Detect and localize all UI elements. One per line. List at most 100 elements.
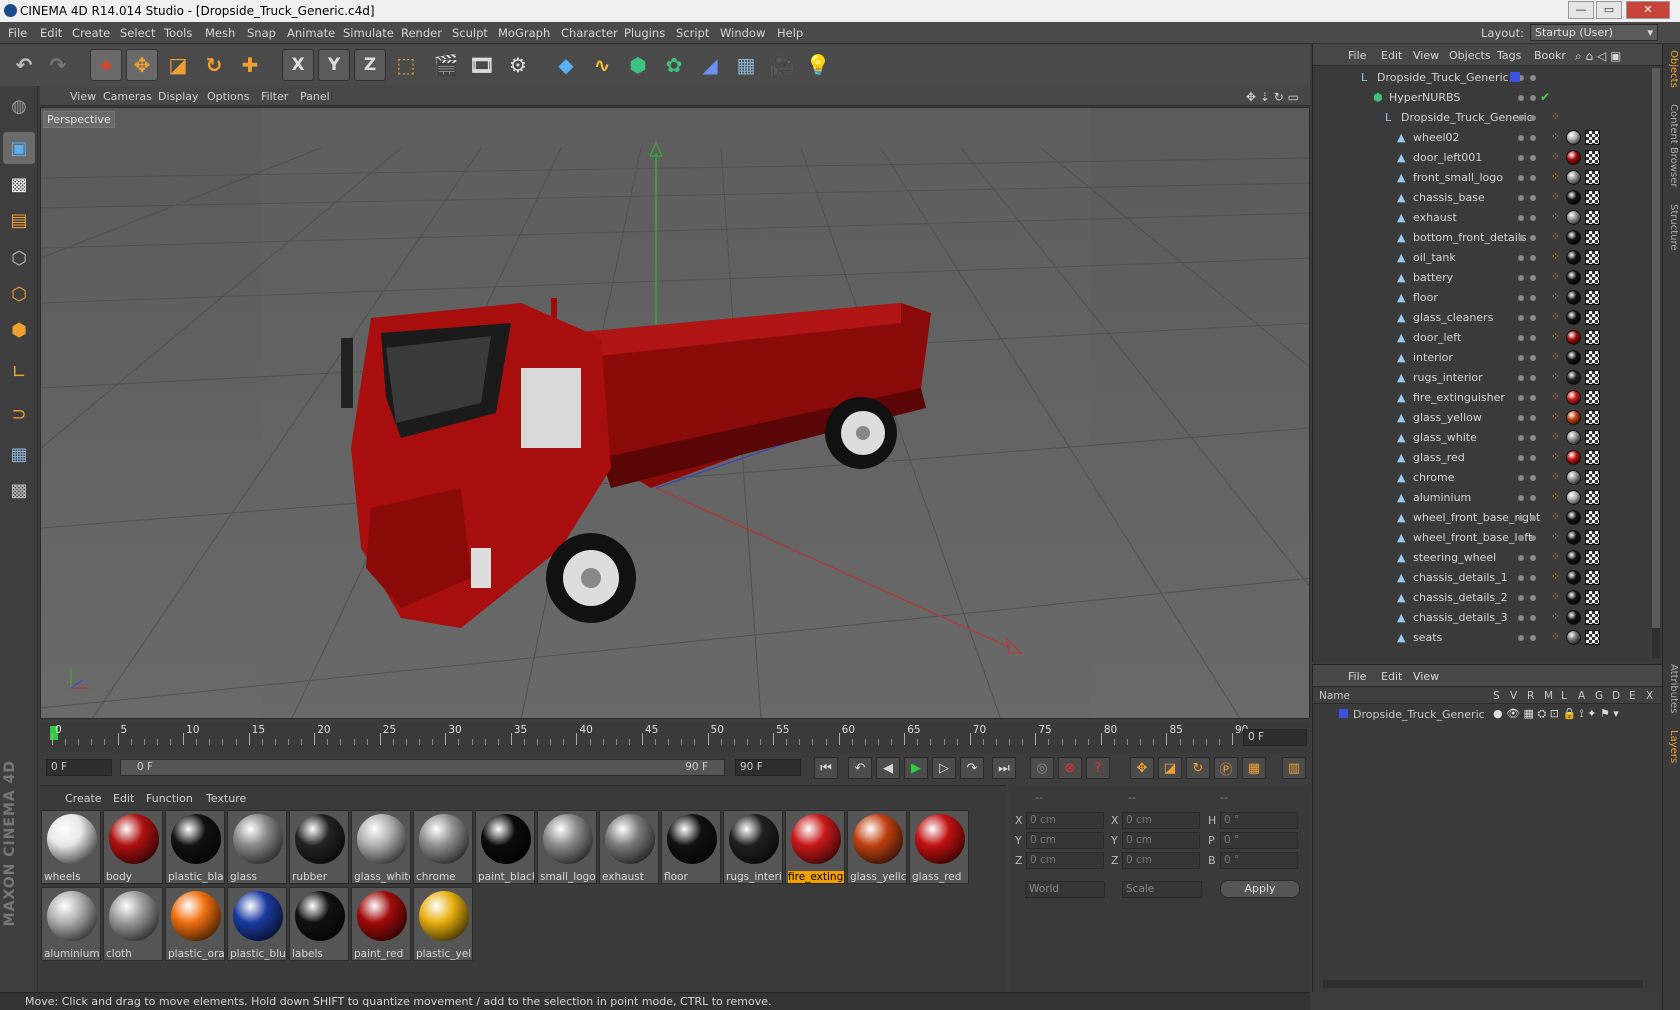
next-key-icon[interactable]: ↷ [960, 757, 984, 779]
phong-tag-icon[interactable]: ⁘ [1551, 130, 1560, 143]
material-tag-icon[interactable] [1566, 450, 1581, 465]
phong-tag-icon[interactable]: ⁘ [1551, 210, 1560, 223]
side-tab-structure[interactable]: Structure [1665, 204, 1679, 251]
array-icon[interactable]: ✿ [658, 49, 690, 81]
material-tag-icon[interactable] [1566, 290, 1581, 305]
coordinate-space-select[interactable]: World [1025, 881, 1105, 898]
render-visibility-dot[interactable] [1530, 375, 1536, 381]
texture-tag-icon[interactable] [1585, 310, 1600, 325]
object-row[interactable]: ▲ chassis_details_3 ⁘ [1313, 608, 1648, 628]
object-row[interactable]: ▲ glass_red ⁘ [1313, 448, 1648, 468]
texture-tag-icon[interactable] [1585, 470, 1600, 485]
phong-tag-icon[interactable]: ⁘ [1551, 470, 1560, 483]
render-view-icon[interactable]: 🎬 [430, 49, 462, 81]
render-visibility-dot[interactable] [1530, 355, 1536, 361]
render-visibility-dot[interactable] [1530, 135, 1536, 141]
editor-visibility-dot[interactable] [1518, 115, 1524, 121]
editor-visibility-dot[interactable] [1518, 335, 1524, 341]
material-swatch[interactable]: chrome [413, 810, 473, 884]
menu-plugins[interactable]: Plugins [624, 26, 665, 40]
phong-tag-icon[interactable]: ⁘ [1551, 490, 1560, 503]
obj-menu-objects[interactable]: Objects [1449, 49, 1491, 62]
render-visibility-dot[interactable] [1530, 315, 1536, 321]
texture-mode-icon[interactable]: ▩ [3, 168, 35, 200]
editor-visibility-dot[interactable] [1518, 215, 1524, 221]
phong-tag-icon[interactable]: ⁘ [1551, 170, 1560, 183]
layer-hscrollbar[interactable] [1323, 980, 1643, 988]
texture-tag-icon[interactable] [1585, 290, 1600, 305]
phong-tag-icon[interactable]: ⁘ [1551, 570, 1560, 583]
side-tab-objects[interactable]: Objects [1665, 50, 1679, 88]
autokey-icon[interactable]: ⊗ [1058, 757, 1082, 779]
keyframe-selection-icon[interactable]: ? [1086, 757, 1110, 779]
z-axis-lock-button[interactable]: Z [354, 49, 386, 81]
material-swatch[interactable]: glass_red [909, 810, 969, 884]
viewport-menu-cameras[interactable]: Cameras [103, 90, 152, 103]
phong-tag-icon[interactable]: ⁘ [1551, 150, 1560, 163]
material-tag-icon[interactable] [1566, 250, 1581, 265]
material-swatch[interactable]: aluminium [41, 887, 101, 961]
key-position-icon[interactable]: ✥ [1130, 757, 1154, 779]
material-swatch[interactable]: paint_black [475, 810, 535, 884]
render-visibility-dot[interactable] [1530, 95, 1536, 101]
light-icon[interactable]: 💡 [802, 49, 834, 81]
snap-icon[interactable]: ⊃ [3, 398, 35, 430]
editor-visibility-dot[interactable] [1518, 595, 1524, 601]
texture-tag-icon[interactable] [1585, 590, 1600, 605]
phong-tag-icon[interactable]: ⁘ [1551, 410, 1560, 423]
object-row[interactable]: ▲ seats ⁘ [1313, 628, 1648, 648]
size-y-field[interactable]: 0 cm [1122, 832, 1200, 849]
texture-tag-icon[interactable] [1585, 370, 1600, 385]
layer-menu-edit[interactable]: Edit [1381, 670, 1402, 683]
object-row[interactable]: ▲ interior ⁘ [1313, 348, 1648, 368]
editor-visibility-dot[interactable] [1518, 635, 1524, 641]
phong-tag-icon[interactable]: ⁘ [1551, 110, 1560, 123]
render-visibility-dot[interactable] [1530, 215, 1536, 221]
render-visibility-dot[interactable] [1530, 175, 1536, 181]
editor-visibility-dot[interactable] [1518, 475, 1524, 481]
timeline-window-icon[interactable]: ▥ [1282, 757, 1306, 779]
editor-visibility-dot[interactable] [1518, 175, 1524, 181]
material-tag-icon[interactable] [1566, 430, 1581, 445]
menu-simulate[interactable]: Simulate [343, 26, 394, 40]
material-swatch[interactable]: floor [661, 810, 721, 884]
axis-mode-icon[interactable]: ∟ [3, 356, 35, 388]
phong-tag-icon[interactable]: ⁘ [1551, 310, 1560, 323]
render-visibility-dot[interactable] [1530, 515, 1536, 521]
phong-tag-icon[interactable]: ⁘ [1551, 370, 1560, 383]
render-visibility-dot[interactable] [1530, 335, 1536, 341]
editor-visibility-dot[interactable] [1518, 95, 1524, 101]
make-editable-icon[interactable]: ◍ [3, 90, 35, 122]
menu-mograph[interactable]: MoGraph [498, 26, 550, 40]
texture-tag-icon[interactable] [1585, 390, 1600, 405]
layer-menu-file[interactable]: File [1348, 670, 1366, 683]
goto-end-icon[interactable]: ⏭ [992, 757, 1016, 779]
material-swatch[interactable]: body [103, 810, 163, 884]
key-rotation-icon[interactable]: ↻ [1186, 757, 1210, 779]
layer-color-swatch[interactable] [1510, 72, 1520, 82]
goto-start-icon[interactable]: ⏮ [814, 757, 838, 779]
render-visibility-dot[interactable] [1530, 275, 1536, 281]
menu-edit[interactable]: Edit [40, 26, 62, 40]
texture-tag-icon[interactable] [1585, 490, 1600, 505]
render-visibility-dot[interactable] [1530, 295, 1536, 301]
editor-visibility-dot[interactable] [1518, 255, 1524, 261]
next-frame-icon[interactable]: ▷ [932, 757, 956, 779]
editor-visibility-dot[interactable] [1518, 235, 1524, 241]
workplane-lock-icon[interactable]: ▦ [3, 438, 35, 470]
start-frame-field[interactable]: 0 F [46, 759, 112, 776]
undo-icon[interactable]: ↶ [8, 49, 40, 81]
phong-tag-icon[interactable]: ⁘ [1551, 270, 1560, 283]
object-row[interactable]: ▲ chassis_details_1 ⁘ [1313, 568, 1648, 588]
key-scale-icon[interactable]: ◪ [1158, 757, 1182, 779]
editor-visibility-dot[interactable] [1518, 435, 1524, 441]
editor-visibility-dot[interactable] [1518, 355, 1524, 361]
menu-snap[interactable]: Snap [247, 26, 276, 40]
object-row[interactable]: ▲ aluminium ⁘ [1313, 488, 1648, 508]
texture-tag-icon[interactable] [1585, 210, 1600, 225]
rotation-h-field[interactable]: 0 ° [1220, 812, 1298, 829]
frame-range-slider[interactable]: 0 F 90 F [120, 759, 725, 776]
material-tag-icon[interactable] [1566, 630, 1581, 645]
material-menu-texture[interactable]: Texture [206, 792, 246, 805]
texture-tag-icon[interactable] [1585, 530, 1600, 545]
